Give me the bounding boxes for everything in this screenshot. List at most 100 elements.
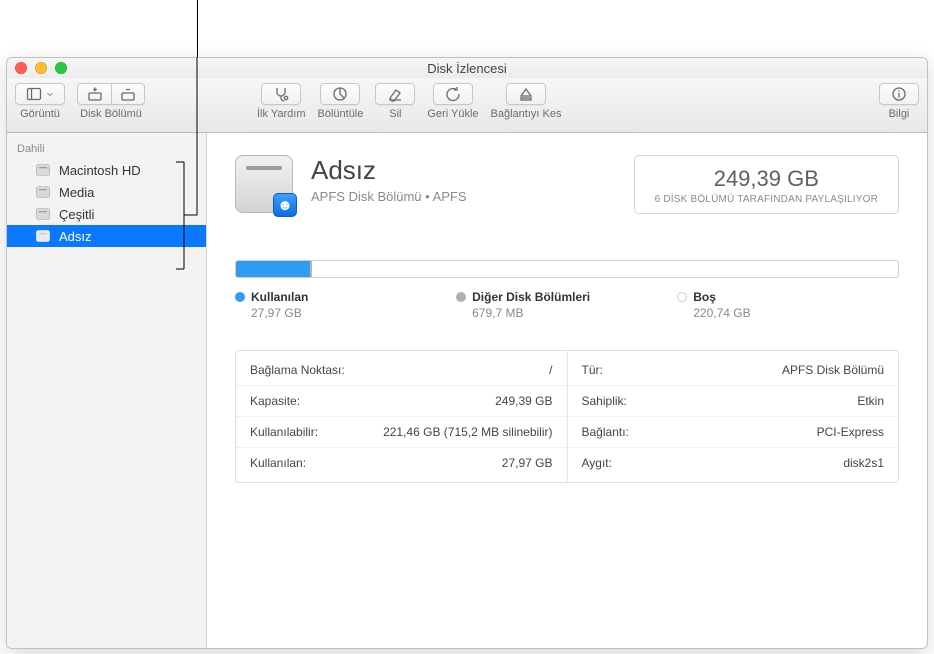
- zoom-button[interactable]: [55, 62, 67, 74]
- close-button[interactable]: [15, 62, 27, 74]
- window-title: Disk İzlencesi: [7, 61, 927, 76]
- pie-icon: [332, 86, 348, 102]
- usage-legend: Kullanılan 27,97 GB Diğer Disk Bölümleri…: [235, 290, 899, 320]
- restore-button[interactable]: [433, 83, 473, 105]
- unmount-label: Bağlantıyı Kes: [491, 108, 562, 120]
- disk-icon: [35, 184, 51, 200]
- volume-icon: ☻: [235, 155, 293, 213]
- unmount-button[interactable]: [506, 83, 546, 105]
- finder-badge-icon: ☻: [273, 193, 297, 217]
- restore-label: Geri Yükle: [427, 108, 478, 120]
- swatch-other: [456, 292, 466, 302]
- add-volume-button[interactable]: [77, 83, 111, 105]
- legend-free-value: 220,74 GB: [677, 306, 898, 320]
- disk-utility-window: Disk İzlencesi Görüntü: [6, 57, 928, 649]
- capacity-subtext: 6 DİSK BÖLÜMÜ TARAFINDAN PAYLAŞILIYOR: [655, 194, 878, 205]
- info-icon: [891, 86, 907, 102]
- usage-bar: [235, 260, 899, 278]
- sidebar: Dahili Macintosh HD Media Çeşitli Adsız: [7, 133, 207, 648]
- remove-volume-button[interactable]: [111, 83, 145, 105]
- unmount-group: Bağlantıyı Kes: [491, 83, 562, 120]
- info-group: Bilgi: [879, 83, 919, 120]
- titlebar: Disk İzlencesi: [7, 58, 927, 79]
- details-key: Bağlama Noktası:: [250, 363, 345, 377]
- volume-subtitle: APFS Disk Bölümü • APFS: [311, 189, 616, 204]
- details-row: Bağlama Noktası: /: [236, 355, 567, 386]
- swatch-used: [235, 292, 245, 302]
- details-key: Kullanılabilir:: [250, 425, 318, 439]
- restore-icon: [445, 86, 461, 102]
- firstaid-label: İlk Yardım: [257, 108, 306, 120]
- details-row: Tür:APFS Disk Bölümü: [568, 355, 899, 386]
- erase-group: Sil: [375, 83, 415, 120]
- details-row: Kullanılabilir: 221,46 GB (715,2 MB silin…: [236, 417, 567, 448]
- details-value: PCI-Express: [817, 425, 884, 439]
- sidebar-item-label: Adsız: [59, 229, 92, 244]
- disk-icon: [35, 228, 51, 244]
- usage-used-segment: [236, 261, 310, 277]
- details-key: Sahiplik:: [582, 394, 627, 408]
- partition-group: Disk Bölümü: [77, 83, 145, 120]
- info-button[interactable]: [879, 83, 919, 105]
- view-button[interactable]: [15, 83, 65, 105]
- eject-icon: [518, 86, 534, 102]
- chevron-down-icon: [46, 90, 54, 98]
- details-row: Kullanılan: 27,97 GB: [236, 448, 567, 478]
- details-value: 249,39 GB: [495, 394, 552, 408]
- view-group: Görüntü: [15, 83, 65, 120]
- erase-icon: [387, 86, 403, 102]
- sidebar-item-macintosh-hd[interactable]: Macintosh HD: [7, 159, 206, 181]
- view-label: Görüntü: [20, 108, 60, 120]
- erase-button[interactable]: [375, 83, 415, 105]
- firstaid-group: İlk Yardım: [257, 83, 306, 120]
- sidebar-item-label: Media: [59, 185, 94, 200]
- sidebar-item-adsiz[interactable]: Adsız: [7, 225, 206, 247]
- minimize-button[interactable]: [35, 62, 47, 74]
- details-value: 27,97 GB: [502, 456, 553, 470]
- partition2-group: Bölüntüle: [318, 83, 364, 120]
- sidebar-item-label: Macintosh HD: [59, 163, 141, 178]
- volume-plus-icon: [87, 86, 103, 102]
- volume-name: Adsız: [311, 155, 616, 186]
- details-value: 221,46 GB (715,2 MB silinebilir): [383, 425, 552, 439]
- disk-icon: [35, 206, 51, 222]
- details-key: Aygıt:: [582, 456, 612, 470]
- sidebar-item-media[interactable]: Media: [7, 181, 206, 203]
- sidebar-icon: [26, 86, 42, 102]
- legend-used-value: 27,97 GB: [235, 306, 456, 320]
- swatch-free: [677, 292, 687, 302]
- usage-other-segment: [310, 261, 312, 277]
- details-value: disk2s1: [843, 456, 884, 470]
- partition-label: Disk Bölümü: [80, 108, 142, 120]
- sidebar-item-cesitli[interactable]: Çeşitli: [7, 203, 206, 225]
- sidebar-section-label: Dahili: [7, 141, 206, 159]
- volume-minus-icon: [120, 86, 136, 102]
- details-value: Etkin: [857, 394, 884, 408]
- legend-other-value: 679,7 MB: [456, 306, 677, 320]
- sidebar-item-label: Çeşitli: [59, 207, 94, 222]
- details-row: Bağlantı: PCI-Express: [568, 417, 899, 448]
- details-value: /: [549, 363, 552, 377]
- details-row: Aygıt: disk2s1: [568, 448, 899, 478]
- details-row: Sahiplik: Etkin: [568, 386, 899, 417]
- first-aid-button[interactable]: [261, 83, 301, 105]
- restore-group: Geri Yükle: [427, 83, 478, 120]
- main-content: ☻ Adsız APFS Disk Bölümü • APFS 249,39 G…: [207, 133, 927, 648]
- partition-button[interactable]: [320, 83, 360, 105]
- legend-used-label: Kullanılan: [251, 290, 308, 304]
- details-table: Bağlama Noktası: / Kapasite: 249,39 GB Kulla…: [235, 350, 899, 483]
- details-key: Bağlantı:: [582, 425, 629, 439]
- legend-other-label: Diğer Disk Bölümleri: [472, 290, 590, 304]
- disk-icon: [35, 162, 51, 178]
- toolbar: Görüntü Disk Bölümü İlk Yardım: [7, 79, 927, 133]
- details-value: APFS Disk Bölümü: [782, 363, 884, 377]
- erase-label: Sil: [389, 108, 401, 120]
- stethoscope-icon: [273, 86, 289, 102]
- details-row: Kapasite: 249,39 GB: [236, 386, 567, 417]
- window-controls: [15, 62, 67, 74]
- details-key: Kapasite:: [250, 394, 300, 408]
- info-label: Bilgi: [889, 108, 910, 120]
- legend-free-label: Boş: [693, 290, 716, 304]
- details-key: Kullanılan:: [250, 456, 306, 470]
- capacity-value: 249,39 GB: [655, 166, 878, 192]
